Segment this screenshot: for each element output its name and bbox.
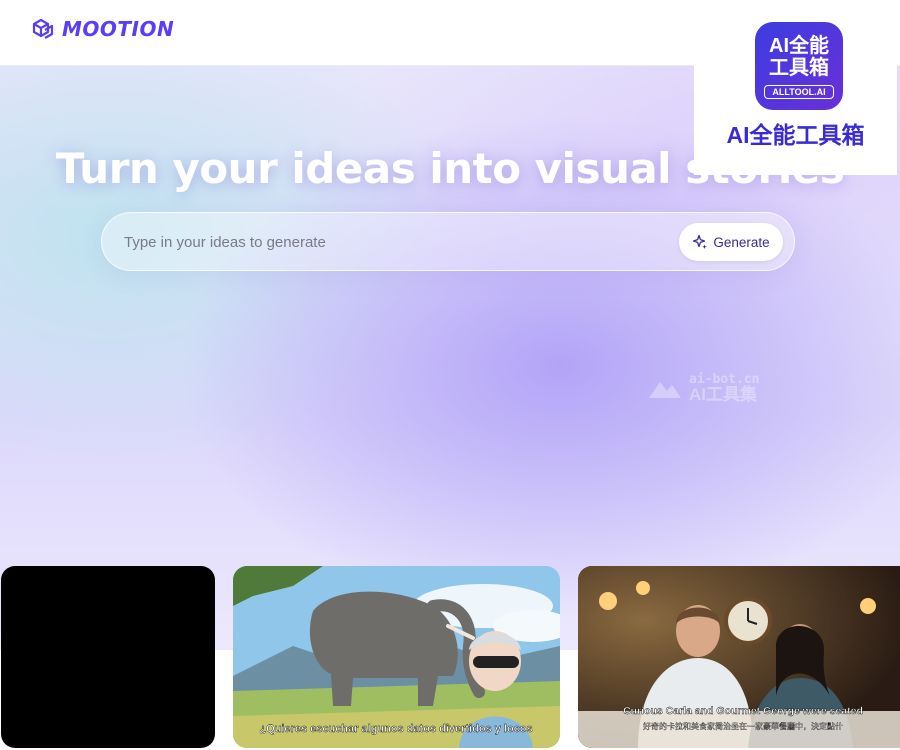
video-card-1[interactable] (1, 566, 215, 748)
card-2-caption: ¿Quieres escuchar algunos datos divertid… (259, 723, 532, 735)
ai-bot-watermark: ai-bot.cn AI工具集 (647, 373, 759, 403)
badge-icon-line2: 工具箱 (769, 57, 829, 79)
elephant-scene-illustration: ¿Quieres escuchar algunos datos divertid… (233, 566, 560, 748)
idea-prompt-bar: ai-bot.cn AI工具集 Generate (101, 212, 795, 403)
card-3-subcaption: 好奇的卡拉和美食家喬治坐在一家豪華餐廳中，決定點什 (643, 721, 843, 731)
example-video-carousel: ¿Quieres escuchar algunos datos divertid… (0, 566, 900, 750)
idea-input[interactable] (124, 227, 544, 257)
watermark-name: AI工具集 (689, 385, 757, 404)
badge-icon-url: ALLTOOL.AI (764, 85, 834, 99)
alltool-badge: AI全能 工具箱 ALLTOOL.AI AI全能工具箱 (694, 0, 897, 175)
video-card-3[interactable]: Curious Carla and Gourmet George were se… (578, 566, 900, 748)
mootion-logo[interactable]: MOOTION (30, 16, 174, 42)
sparkle-icon (693, 234, 708, 249)
badge-name: AI全能工具箱 (726, 122, 865, 148)
card-3-caption: Curious Carla and Gourmet George were se… (623, 705, 863, 717)
badge-icon-line1: AI全能 (769, 35, 829, 57)
mountain-logo-icon (649, 382, 681, 398)
brand-name: MOOTION (62, 17, 175, 41)
video-card-2[interactable]: ¿Quieres escuchar algunos datos divertid… (233, 566, 560, 748)
restaurant-scene-illustration: Curious Carla and Gourmet George were se… (578, 566, 900, 748)
mootion-cube-icon (32, 18, 54, 39)
generate-button[interactable]: Generate (679, 223, 783, 261)
alltool-app-icon: AI全能 工具箱 ALLTOOL.AI (755, 22, 843, 110)
generate-label: Generate (713, 234, 770, 250)
